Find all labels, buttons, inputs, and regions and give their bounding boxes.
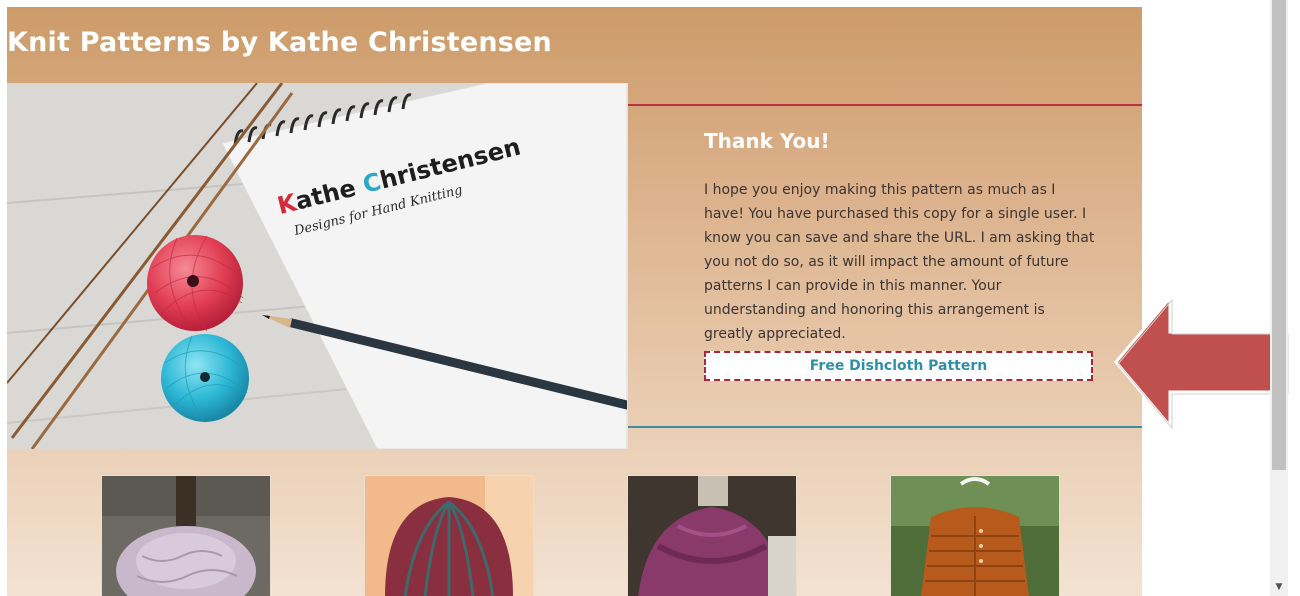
hero-photo: Kathe Christensen Designs for Hand Knitt… [7,83,627,449]
hero-image: Kathe Christensen Designs for Hand Knitt… [7,83,628,449]
browser-viewport: Knit Patterns by Kathe Christensen Kathe… [0,0,1300,596]
free-dishcloth-label: Free Dishcloth Pattern [809,358,988,374]
lace-cowl-photo [102,476,270,596]
plum-shawl-photo [628,476,796,596]
site-content: Knit Patterns by Kathe Christensen Kathe… [7,7,1142,596]
thank-you-text: I hope you enjoy making this pattern as … [704,182,1095,342]
orange-cardigan-photo [891,476,1059,596]
thumbnail-orange-cardigan[interactable] [890,475,1060,596]
divider-bottom [628,426,1142,428]
site-title: Knit Patterns by Kathe Christensen [7,27,552,58]
arrow-left-icon [1114,293,1289,431]
scroll-down-arrow-icon[interactable]: ▼ [1270,578,1288,596]
thumbnail-lace-cowl[interactable] [101,475,271,596]
scrollbar-thumb[interactable] [1272,0,1286,470]
striped-hat-photo [365,476,533,596]
vertical-scrollbar[interactable]: ▼ [1270,0,1288,596]
divider-top [628,104,1142,106]
thumbnail-plum-shawl[interactable] [627,475,797,596]
thank-you-title: Thank You! [704,129,830,153]
thumbnail-striped-hat[interactable] [364,475,534,596]
free-dishcloth-button[interactable]: Free Dishcloth Pattern [704,351,1093,381]
